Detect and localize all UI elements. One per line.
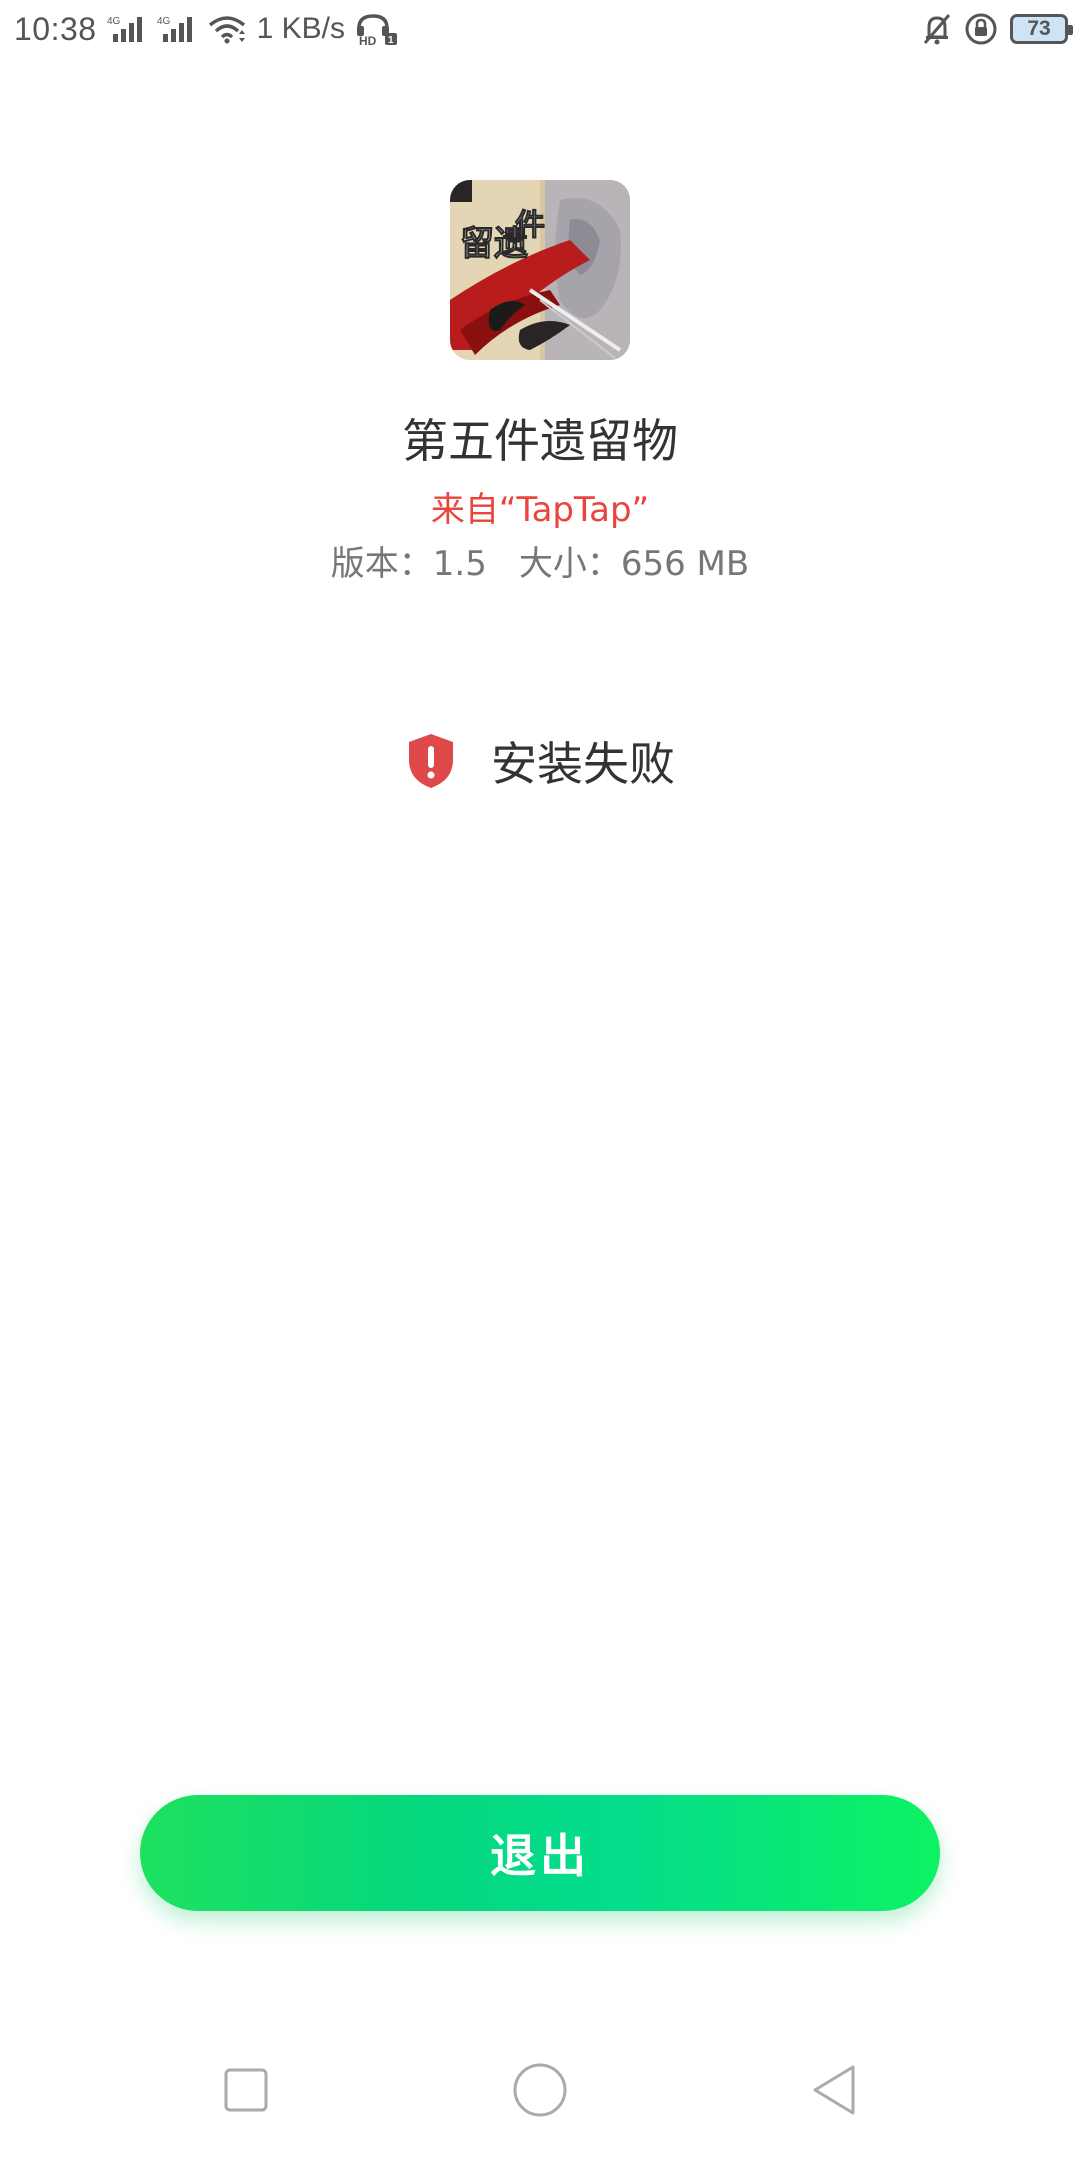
- hd-call-icon: HD 1: [355, 12, 399, 46]
- circle-icon: [512, 2062, 568, 2122]
- signal-4g-icon: 4G: [157, 14, 197, 44]
- status-bar: 10:38 4G 4G 1 KB/s HD 1 73: [0, 0, 1080, 58]
- bell-muted-icon: [920, 12, 954, 46]
- svg-text:HD: HD: [359, 34, 377, 46]
- recents-button[interactable]: [206, 2052, 286, 2132]
- network-speed: 1 KB/s: [256, 12, 345, 45]
- install-result: 安装失败: [0, 728, 1080, 794]
- exit-button-label: 退出: [490, 1829, 590, 1883]
- shield-alert-icon: [405, 732, 457, 790]
- svg-text:4G: 4G: [107, 16, 121, 27]
- battery-icon: 73: [1010, 14, 1073, 44]
- navigation-bar: [0, 2040, 1080, 2140]
- home-button[interactable]: [500, 2052, 580, 2132]
- app-meta: 版本：1.5 大小：656 MB: [0, 536, 1080, 585]
- installer-screen: 10:38 4G 4G 1 KB/s HD 1 73 留遗 件 第五件遗留物 来…: [0, 0, 1080, 2160]
- triangle-back-icon: [809, 2063, 859, 2121]
- svg-text:件: 件: [515, 208, 545, 243]
- app-size: 大小：656 MB: [518, 544, 750, 584]
- exit-button[interactable]: 退出: [140, 1795, 940, 1911]
- rotation-lock-icon: [964, 12, 998, 46]
- back-button[interactable]: [794, 2052, 874, 2132]
- signal-4g-icon: 4G: [107, 14, 147, 44]
- install-status-text: 安装失败: [491, 737, 675, 791]
- battery-level: 73: [1027, 17, 1051, 40]
- app-source: 来自“TapTap”: [430, 490, 650, 530]
- square-icon: [223, 2067, 269, 2117]
- app-version: 版本：1.5: [330, 544, 487, 584]
- svg-text:1: 1: [388, 35, 394, 46]
- wifi-icon: [207, 14, 247, 44]
- app-name: 第五件遗留物: [402, 414, 678, 468]
- status-time: 10:38: [14, 10, 97, 47]
- svg-text:4G: 4G: [157, 16, 171, 27]
- app-game-artwork-icon: 留遗 件: [450, 180, 630, 360]
